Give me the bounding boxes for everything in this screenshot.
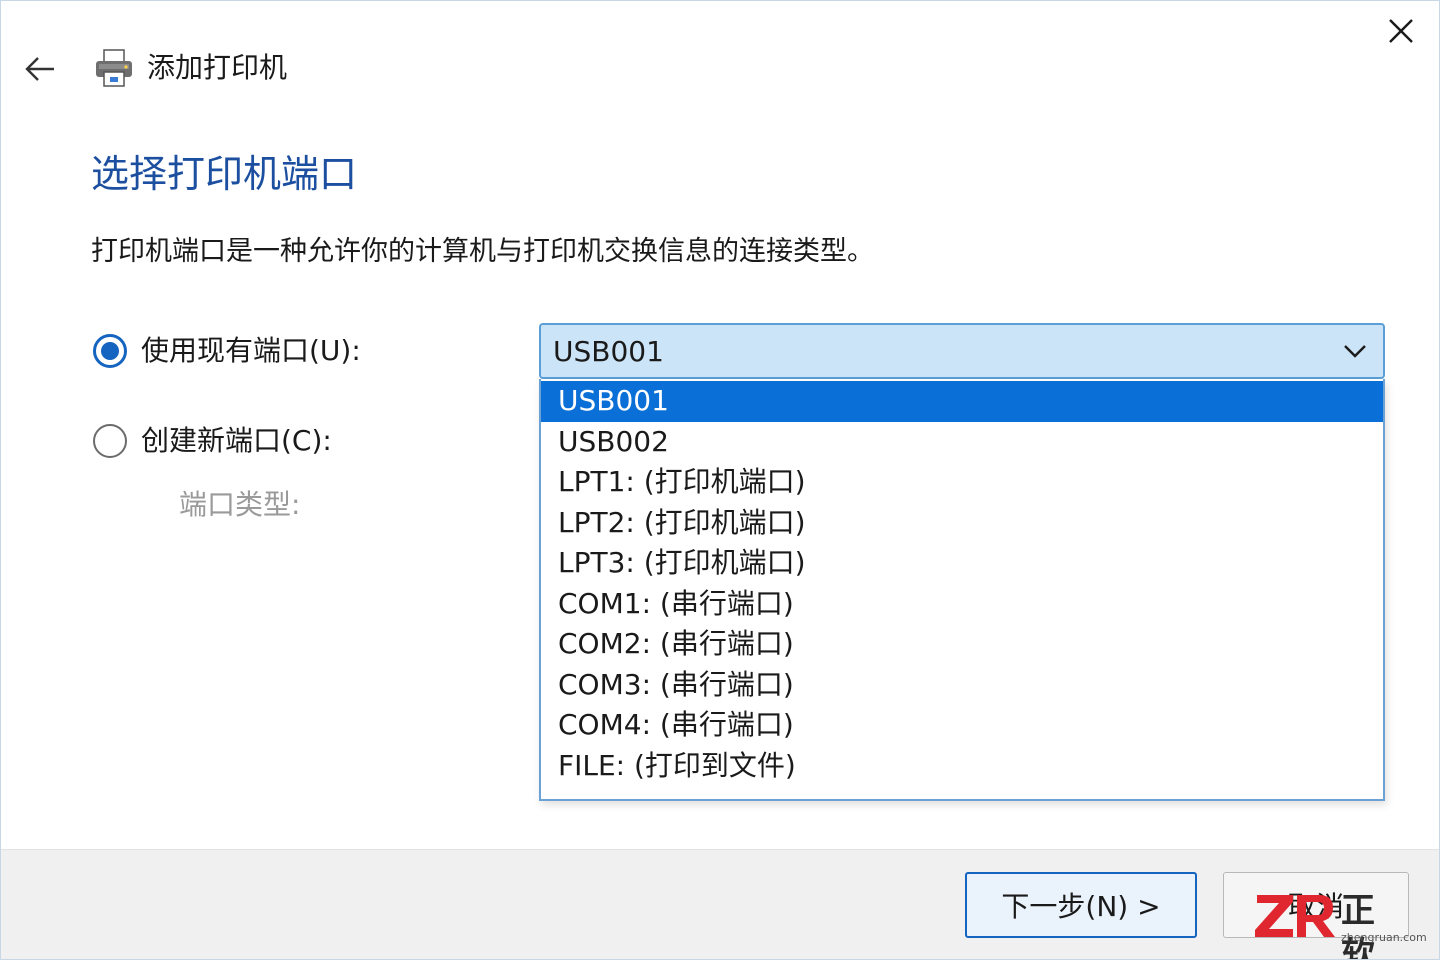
create-new-port-option[interactable]: 创建新端口(C): [93,421,332,461]
existing-port-dropdown[interactable]: USB001 [539,323,1385,379]
dropdown-item-com4[interactable]: COM4: (串行端口) [541,705,1383,746]
dropdown-item-com2[interactable]: COM2: (串行端口) [541,624,1383,665]
use-existing-port-radio[interactable] [93,334,127,368]
dropdown-item-lpt1[interactable]: LPT1: (打印机端口) [541,462,1383,503]
dropdown-item-com3[interactable]: COM3: (串行端口) [541,665,1383,706]
dropdown-item-lpt2[interactable]: LPT2: (打印机端口) [541,503,1383,544]
dropdown-item-com1[interactable]: COM1: (串行端口) [541,584,1383,625]
dropdown-item-usb002[interactable]: USB002 [541,422,1383,463]
use-existing-port-option[interactable]: 使用现有端口(U): [93,331,361,371]
back-arrow-icon [25,57,54,81]
port-type-label: 端口类型: [179,488,301,521]
close-button[interactable] [1379,13,1423,49]
create-new-port-radio[interactable] [93,424,127,458]
back-button[interactable] [19,49,61,89]
printer-icon [96,49,132,87]
dropdown-item-usb001[interactable]: USB001 [541,381,1383,422]
add-printer-dialog: 添加打印机 选择打印机端口 打印机端口是一种允许你的计算机与打印机交换信息的连接… [0,0,1440,960]
page-heading: 选择打印机端口 [91,152,358,196]
radio-checked-dot [101,342,119,360]
window-title: 添加打印机 [147,51,288,84]
dropdown-item-lpt3[interactable]: LPT3: (打印机端口) [541,543,1383,584]
next-button[interactable]: 下一步(N) > [965,872,1197,938]
create-new-port-label: 创建新端口(C): [141,424,332,457]
page-description: 打印机端口是一种允许你的计算机与打印机交换信息的连接类型。 [91,236,874,267]
chevron-down-icon[interactable] [1335,331,1375,371]
cancel-button[interactable]: 取消 [1223,872,1409,938]
dropdown-item-file[interactable]: FILE: (打印到文件) [541,746,1383,787]
port-dropdown-list: USB001 USB002 LPT1: (打印机端口) LPT2: (打印机端口… [539,379,1385,801]
use-existing-port-label: 使用现有端口(U): [141,334,361,367]
dialog-footer: 下一步(N) > 取消 [1,849,1439,959]
dropdown-selected-value: USB001 [553,334,664,368]
close-icon [1389,19,1413,43]
